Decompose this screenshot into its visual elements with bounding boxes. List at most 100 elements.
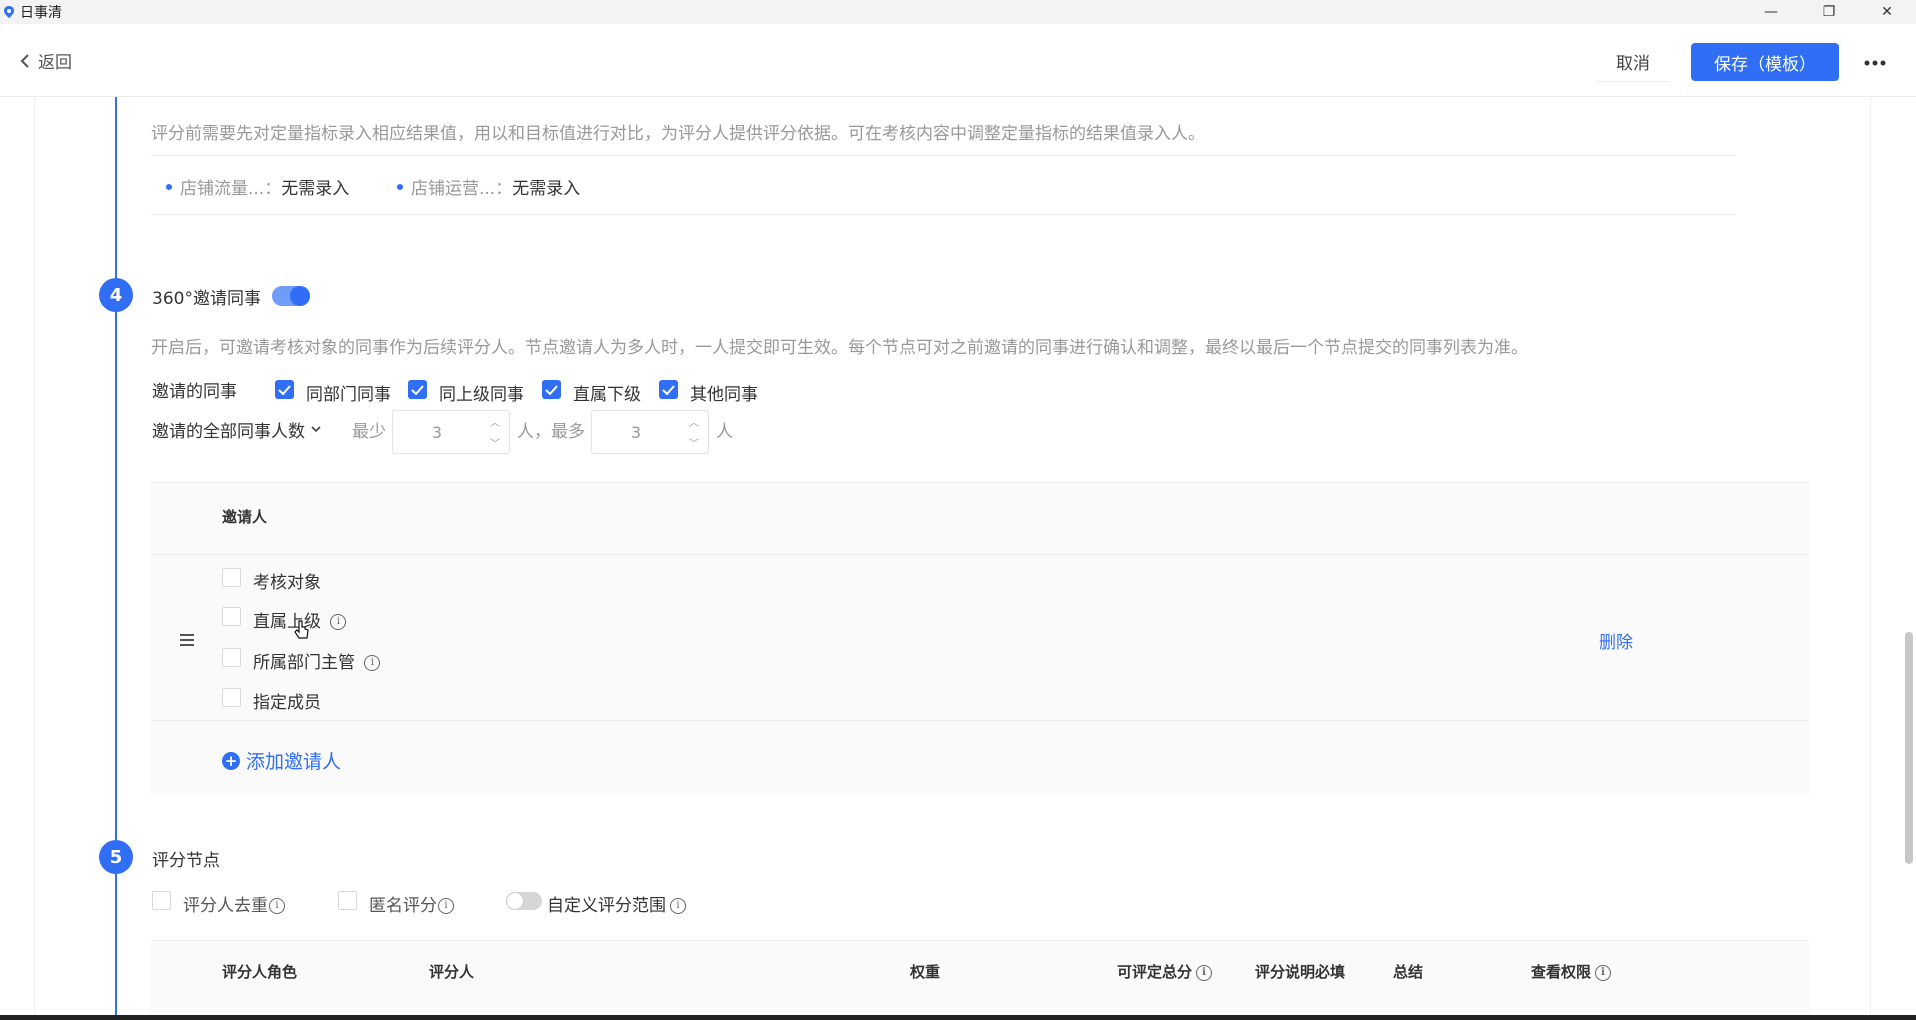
quant-indicator-item: 店铺流量... ： 无需录入 xyxy=(166,174,349,199)
app-logo-icon xyxy=(4,6,14,18)
indicator-separator: ： xyxy=(264,179,282,199)
info-icon[interactable]: i xyxy=(330,614,347,630)
section-title-invite-colleagues: 360°邀请同事 xyxy=(152,289,261,309)
info-icon[interactable]: i xyxy=(670,898,686,914)
invited-colleagues-label: 邀请的同事 xyxy=(152,382,237,402)
inviter-option-label: 考核对象 xyxy=(253,573,321,593)
divider xyxy=(151,155,1736,156)
page-header: 返回 取消 保存（模板） xyxy=(0,24,1916,97)
column-header-scorer: 评分人 xyxy=(429,963,475,981)
max-count-stepper[interactable]: 3 ︿ ﹀ xyxy=(591,410,709,454)
window-title: 日事清 xyxy=(20,5,62,21)
count-label: 邀请的全部同事人数 xyxy=(152,422,305,442)
anonymous-option-label: 匿名评分 i xyxy=(369,891,454,916)
check-icon xyxy=(278,384,291,395)
checkbox-other-colleagues[interactable] xyxy=(659,380,678,399)
inviter-table: 邀请人 考核对象 直属上级 i 所属部门主管 i 指定成员 删除 + 添加邀请人 xyxy=(151,482,1809,795)
plus-icon: + xyxy=(222,751,240,770)
unit-mid-label: 人，最多 xyxy=(517,422,585,442)
info-icon[interactable]: i xyxy=(1595,964,1612,981)
custom-range-text: 自定义评分范围 xyxy=(547,896,666,916)
close-icon: ✕ xyxy=(1881,4,1893,20)
info-icon[interactable]: i xyxy=(364,655,381,671)
panel-edge-right xyxy=(1870,97,1871,1017)
restore-button[interactable]: ❐ xyxy=(1800,0,1858,24)
divider xyxy=(151,554,1809,555)
checkbox-dedupe-scorers[interactable] xyxy=(152,891,171,910)
cancel-button[interactable]: 取消 xyxy=(1596,42,1670,82)
drag-handle-icon[interactable] xyxy=(180,634,194,646)
min-count-stepper[interactable]: 3 ︿ ﹀ xyxy=(392,410,510,454)
info-icon[interactable]: i xyxy=(269,898,285,914)
invite-colleagues-toggle[interactable] xyxy=(272,286,310,306)
colleague-count-dropdown[interactable]: 邀请的全部同事人数 xyxy=(152,417,321,442)
chevron-down-icon[interactable]: ﹀ xyxy=(689,435,699,450)
info-icon[interactable]: i xyxy=(438,898,454,914)
check-icon xyxy=(411,384,424,395)
panel-edge-left xyxy=(34,97,35,1017)
chevron-up-icon[interactable]: ︿ xyxy=(689,414,699,429)
close-window-button[interactable]: ✕ xyxy=(1858,0,1916,24)
indicator-separator: ： xyxy=(495,179,513,199)
anonymous-text: 匿名评分 xyxy=(369,896,437,916)
checkbox-same-superior[interactable] xyxy=(408,380,427,399)
option-label: 其他同事 xyxy=(690,385,758,405)
taskbar-strip xyxy=(0,1015,1916,1020)
toggle-knob xyxy=(290,286,310,306)
info-icon[interactable]: i xyxy=(1196,964,1213,981)
section-title-scoring-nodes: 评分节点 xyxy=(152,851,220,871)
more-options-button[interactable] xyxy=(1862,50,1888,76)
indicator-name: 店铺运营... xyxy=(411,179,496,199)
scoring-table: 评分人角色 评分人 权重 可评定总分 i 评分说明必填 总结 查看权限 i xyxy=(151,940,1809,1017)
chevron-left-icon xyxy=(20,53,29,68)
back-button[interactable]: 返回 xyxy=(20,48,72,73)
dedupe-text: 评分人去重 xyxy=(183,896,268,916)
save-template-button[interactable]: 保存（模板） xyxy=(1691,43,1839,81)
custom-range-option-label: 自定义评分范围 i xyxy=(547,891,686,916)
option-label: 同上级同事 xyxy=(439,385,524,405)
divider xyxy=(151,214,1736,215)
column-header-scorer-role: 评分人角色 xyxy=(222,963,298,981)
add-inviter-button[interactable]: + 添加邀请人 xyxy=(222,747,341,774)
title-bar: 日事清 — ❐ ✕ xyxy=(0,0,1916,24)
divider xyxy=(151,720,1809,721)
delete-inviter-link[interactable]: 删除 xyxy=(1599,628,1633,653)
min-count-value: 3 xyxy=(431,422,443,442)
dedupe-option-label: 评分人去重 i xyxy=(183,891,285,916)
inviter-column-header: 邀请人 xyxy=(222,508,268,526)
custom-scoring-range-toggle[interactable] xyxy=(506,892,542,910)
checkbox-inviter-direct-superior[interactable] xyxy=(222,607,241,626)
check-icon xyxy=(662,384,675,395)
unit-end-label: 人 xyxy=(716,422,733,442)
column-header-view-permission: 查看权限 i xyxy=(1531,961,1612,982)
option-label: 同部门同事 xyxy=(306,385,391,405)
bullet-dot xyxy=(397,183,403,190)
inviter-option-text: 所属部门主管 xyxy=(253,653,355,673)
checkbox-inviter-target[interactable] xyxy=(222,568,241,587)
indicator-value: 无需录入 xyxy=(281,179,350,199)
indicator-name: 店铺流量... xyxy=(180,179,265,199)
checkbox-same-department[interactable] xyxy=(275,380,294,399)
toggle-knob xyxy=(506,892,524,910)
checkbox-inviter-specified-member[interactable] xyxy=(222,688,241,707)
column-header-summary: 总结 xyxy=(1393,963,1424,981)
minimize-button[interactable]: — xyxy=(1742,0,1800,24)
minimize-icon: — xyxy=(1764,4,1778,20)
checkbox-anonymous-scoring[interactable] xyxy=(338,891,357,910)
checkbox-direct-reports[interactable] xyxy=(542,380,561,399)
step-number-4: 4 xyxy=(99,278,133,312)
view-permission-text: 查看权限 xyxy=(1531,963,1592,981)
restore-icon: ❐ xyxy=(1822,4,1836,20)
vertical-scrollbar[interactable] xyxy=(1905,632,1913,864)
check-icon xyxy=(545,384,558,395)
chevron-up-icon[interactable]: ︿ xyxy=(490,414,500,429)
step-number-5: 5 xyxy=(99,840,133,874)
indicator-value: 无需录入 xyxy=(512,179,581,199)
inviter-option-label-with-info: 所属部门主管 i xyxy=(253,648,381,673)
max-count-value: 3 xyxy=(630,422,642,442)
checkbox-inviter-dept-head[interactable] xyxy=(222,648,241,667)
option-label: 直属下级 xyxy=(573,385,641,405)
max-score-text: 可评定总分 xyxy=(1117,963,1193,981)
chevron-down-icon[interactable]: ﹀ xyxy=(490,435,500,450)
back-label: 返回 xyxy=(38,53,72,73)
